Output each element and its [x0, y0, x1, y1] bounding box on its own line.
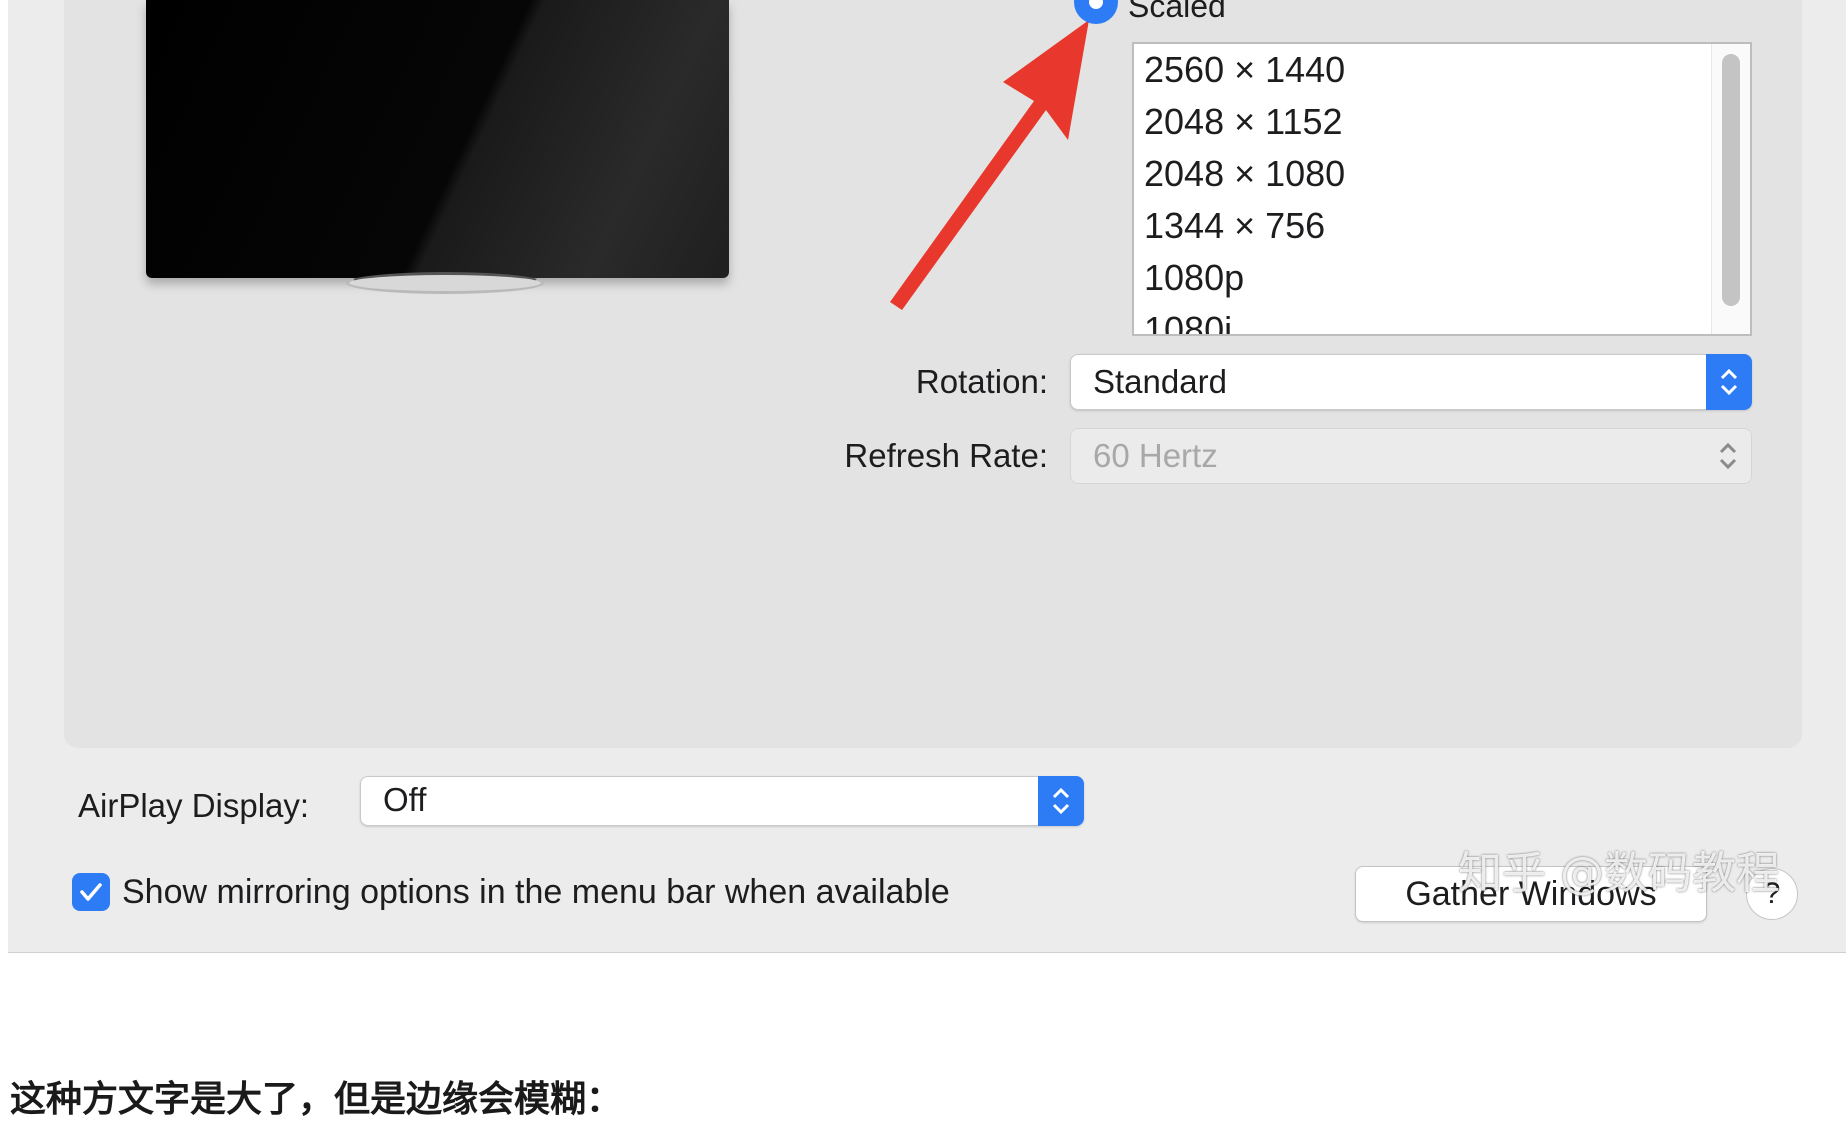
refresh-rate-popup: 60 Hertz	[1070, 428, 1752, 484]
airplay-display-label: AirPlay Display:	[78, 787, 310, 824]
refresh-rate-value: 60 Hertz	[1093, 437, 1218, 474]
scrollbar-thumb[interactable]	[1722, 54, 1740, 306]
resolution-option[interactable]: 2560 × 1440	[1144, 44, 1345, 96]
mirroring-options-label: Show mirroring options in the menu bar w…	[122, 873, 950, 911]
chevron-up-down-icon	[1706, 354, 1752, 410]
red-arrow-annotation	[890, 20, 1089, 310]
resolution-option[interactable]: 1080p	[1144, 252, 1244, 304]
rotation-popup[interactable]: Standard	[1070, 354, 1752, 410]
airplay-display-value: Off	[383, 781, 427, 818]
resolution-list[interactable]: 2560 × 1440 2048 × 1152 2048 × 1080 1344…	[1132, 42, 1752, 336]
scaled-radio-label: Scaled	[1128, 0, 1226, 24]
rotation-value: Standard	[1093, 363, 1227, 400]
monitor-illustration	[146, 0, 729, 278]
resolution-option[interactable]: 2048 × 1080	[1144, 148, 1345, 200]
checkmark-icon	[80, 883, 102, 901]
watermark-text: 知乎 @数码教程	[1458, 848, 1780, 899]
resolution-option[interactable]: 1080i	[1144, 304, 1232, 334]
resolution-list-scrollbar[interactable]	[1711, 44, 1750, 334]
chevron-up-down-icon	[1705, 429, 1751, 483]
monitor-stand	[346, 272, 544, 294]
displays-preferences-window: Scaled 2560 × 1440 2048 × 1152 2048 × 10…	[8, 0, 1846, 953]
article-caption: 这种方文字是大了，但是边缘会模糊：	[10, 1079, 623, 1120]
airplay-display-popup[interactable]: Off	[360, 776, 1084, 826]
resolution-option[interactable]: 1344 × 756	[1144, 200, 1325, 252]
resolution-option[interactable]: 2048 × 1152	[1144, 96, 1343, 148]
rotation-label: Rotation:	[915, 363, 1048, 400]
refresh-rate-label: Refresh Rate:	[844, 437, 1048, 474]
chevron-up-down-icon	[1038, 776, 1084, 826]
mirroring-options-checkbox[interactable]	[72, 873, 110, 911]
